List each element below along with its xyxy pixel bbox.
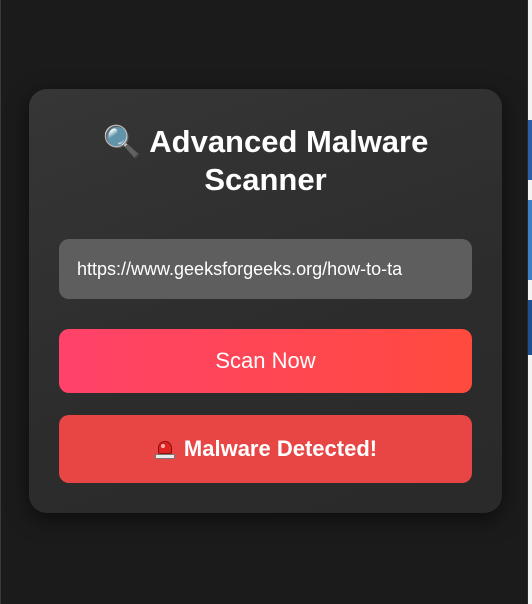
result-banner: Malware Detected! [59,415,472,483]
page-title: 🔍 Advanced Malware Scanner [59,123,472,199]
page-title-text: Advanced Malware Scanner [149,124,429,197]
magnifying-glass-icon: 🔍 [102,124,142,160]
background-accent [528,200,532,280]
result-text: Malware Detected! [183,436,378,461]
background-accent [528,300,532,355]
window-border-left [0,0,1,604]
url-input[interactable] [59,239,472,299]
scan-now-button[interactable]: Scan Now [59,329,472,393]
app-window: 🔍Advanced Malware Scanner Scan Now Malwa… [0,0,532,604]
scanner-card: 🔍Advanced Malware Scanner Scan Now Malwa… [29,89,502,513]
background-accent [528,120,532,180]
background-window-strip [528,0,532,604]
siren-icon [154,438,176,460]
